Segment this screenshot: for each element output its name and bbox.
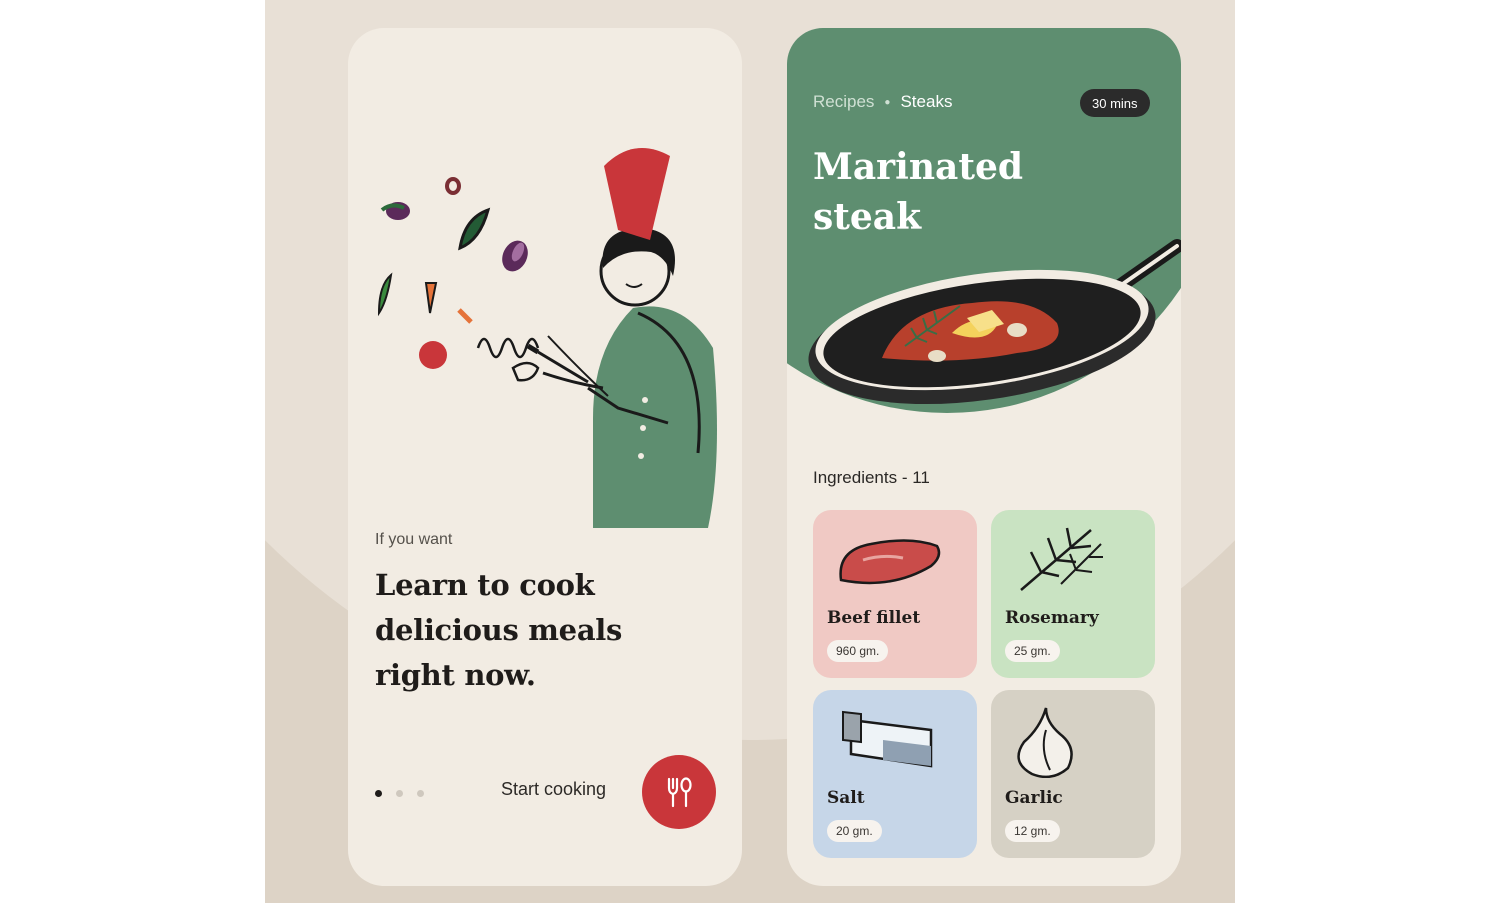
ingredient-card[interactable]: Garlic 12 gm. xyxy=(991,690,1155,858)
ingredient-quantity: 25 gm. xyxy=(1005,640,1060,662)
ingredient-name: Salt xyxy=(827,788,865,808)
ingredient-name: Rosemary xyxy=(1005,608,1099,628)
breadcrumb-recipes[interactable]: Recipes xyxy=(813,92,874,112)
ingredient-card[interactable]: Beef fillet 960 gm. xyxy=(813,510,977,678)
fork-spoon-icon xyxy=(667,777,692,808)
page-indicator[interactable] xyxy=(375,788,424,798)
start-cooking-button[interactable] xyxy=(642,755,716,829)
ingredients-grid: Beef fillet 960 gm. Rosemary 25 gm. Salt… xyxy=(813,510,1155,858)
breadcrumb-steaks[interactable]: Steaks xyxy=(900,92,952,112)
chef-illustration xyxy=(377,148,717,528)
ingredient-card[interactable]: Salt 20 gm. xyxy=(813,690,977,858)
ingredient-name: Garlic xyxy=(1005,788,1063,808)
recipe-screen: Recipes ● Steaks 30 mins Marinated steak… xyxy=(787,28,1181,886)
background-stage: If you want Learn to cook delicious meal… xyxy=(265,0,1235,903)
garlic-icon xyxy=(1017,707,1073,778)
ingredient-quantity: 12 gm. xyxy=(1005,820,1060,842)
onboarding-screen: If you want Learn to cook delicious meal… xyxy=(348,28,742,886)
onboarding-eyebrow: If you want xyxy=(375,531,453,548)
salt-shaker-icon xyxy=(842,710,933,768)
steak-icon xyxy=(839,539,941,585)
page-dot-1[interactable] xyxy=(375,789,382,797)
ingredient-quantity: 20 gm. xyxy=(827,820,882,842)
cooking-time-badge: 30 mins xyxy=(1080,89,1150,117)
breadcrumb-separator-icon: ● xyxy=(884,96,891,108)
ingredients-heading: Ingredients - 11 xyxy=(813,468,930,487)
page-dot-3[interactable] xyxy=(417,789,424,797)
breadcrumb: Recipes ● Steaks xyxy=(813,92,952,112)
ingredient-quantity: 960 gm. xyxy=(827,640,889,662)
ingredient-card[interactable]: Rosemary 25 gm. xyxy=(991,510,1155,678)
frying-pan-illustration xyxy=(808,239,1181,405)
onboarding-headline: Learn to cook delicious meals right now. xyxy=(375,568,623,692)
start-cooking-label[interactable]: Start cooking xyxy=(501,779,606,800)
page-dot-2[interactable] xyxy=(396,789,403,797)
rosemary-icon xyxy=(1020,527,1103,591)
ingredient-name: Beef fillet xyxy=(827,608,921,628)
